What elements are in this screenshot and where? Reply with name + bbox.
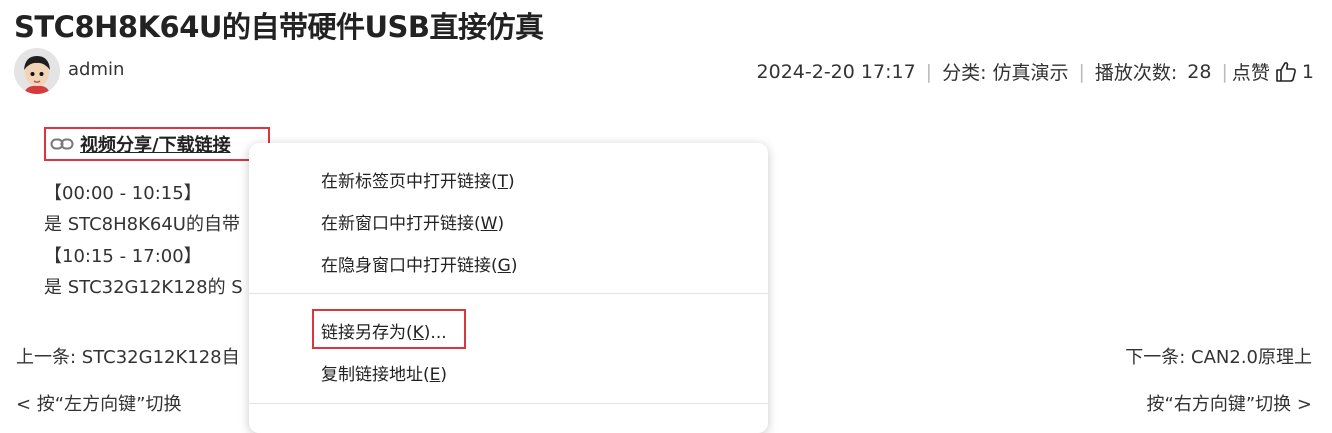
plays-count: 28 [1187, 60, 1212, 83]
category-label: 分类: [942, 62, 987, 84]
menu-open-new-window[interactable]: 在新窗口中打开链接(W) [321, 209, 504, 234]
prev-article-link[interactable]: 上一条: STC32G12K128自 [16, 343, 240, 369]
thumbs-up-icon[interactable] [1274, 60, 1298, 84]
menu-divider [249, 403, 768, 404]
segment2-text: 是 STC32G12K128的 S [44, 277, 243, 298]
link-text[interactable]: 视频分享/下载链接 [80, 131, 231, 157]
meta-divider: | [1078, 60, 1085, 83]
segment2-time: 【10:15 - 17:00】 [44, 246, 202, 267]
avatar-icon [14, 48, 60, 94]
meta-divider: | [1221, 60, 1228, 83]
category-link[interactable]: 仿真演示 [992, 58, 1068, 85]
video-share-link[interactable]: 视频分享/下载链接 [44, 127, 270, 161]
next-key-hint[interactable]: 按“右方向键”切换 > [1147, 390, 1312, 416]
prev-key-hint[interactable]: < 按“左方向键”切换 [16, 390, 181, 416]
menu-copy-link-address[interactable]: 复制链接地址(E) [321, 360, 447, 385]
menu-save-link-as[interactable]: 链接另存为(K)... [321, 318, 447, 343]
link-chain-icon [50, 138, 74, 150]
menu-divider [249, 293, 768, 294]
context-menu: 在新标签页中打开链接(T) 在新窗口中打开链接(W) 在隐身窗口中打开链接(G)… [249, 143, 768, 433]
menu-open-new-tab[interactable]: 在新标签页中打开链接(T) [321, 167, 515, 192]
next-article-link[interactable]: 下一条: CAN2.0原理上 [1125, 343, 1312, 369]
article-meta: 2024-2-20 17:17 | 分类: 仿真演示 | 播放次数: 28 | … [757, 58, 1314, 85]
publish-date: 2024-2-20 17:17 [756, 60, 916, 83]
likes-label: 点赞 [1231, 62, 1270, 84]
segment1-time: 【00:00 - 10:15】 [44, 183, 202, 204]
likes-count: 1 [1301, 60, 1314, 83]
author-avatar[interactable] [14, 48, 60, 94]
article-title: STC8H8K64U的自带硬件USB直接仿真 [14, 10, 544, 44]
meta-divider: | [925, 60, 933, 83]
author-name[interactable]: admin [68, 59, 124, 80]
plays-label: 播放次数: [1094, 62, 1178, 84]
menu-open-incognito[interactable]: 在隐身窗口中打开链接(G) [321, 251, 517, 276]
segment1-text: 是 STC8H8K64U的自带 [44, 214, 240, 235]
